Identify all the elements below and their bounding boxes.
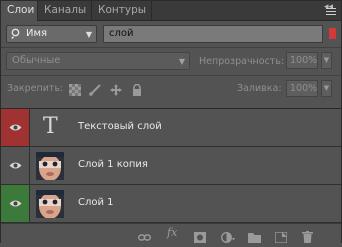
adjustment-layer-icon[interactable] — [221, 228, 235, 243]
layer-name[interactable]: Текстовый слой — [78, 121, 162, 132]
layer-row[interactable]: Слой 1 — [1, 185, 341, 223]
tab-bar: Слои Каналы Контуры ◂◂ — [1, 1, 341, 21]
lock-position-icon[interactable] — [110, 81, 122, 96]
divider — [1, 75, 341, 76]
text-layer-icon: T — [43, 114, 58, 139]
chevron-down-icon: ▼ — [178, 57, 185, 66]
layer-mask-icon[interactable] — [194, 228, 206, 243]
filter-kind-label: Имя — [26, 28, 48, 39]
tab-paths[interactable]: Контуры — [92, 1, 152, 20]
filter-kind-select[interactable]: Имя ▼ — [6, 25, 97, 43]
search-icon — [11, 28, 22, 42]
layer-thumbnail — [36, 152, 64, 181]
opacity-input[interactable]: 100% — [286, 52, 318, 69]
opacity-dropdown-button[interactable]: ▼ — [321, 52, 332, 69]
divider — [1, 47, 341, 48]
visibility-toggle[interactable] — [1, 109, 30, 146]
tab-channels[interactable]: Каналы — [38, 1, 92, 20]
eye-icon — [9, 162, 22, 169]
lock-all-icon[interactable] — [131, 81, 143, 96]
filter-name-input[interactable]: слой — [103, 25, 323, 43]
fill-label: Заливка: — [237, 83, 282, 94]
panel-menu-icon[interactable] — [326, 8, 336, 18]
layers-list: T Текстовый слой Слой 1 копия Слой 1 — [1, 108, 341, 224]
blend-mode-select[interactable]: Обычные ▼ — [6, 52, 190, 70]
lock-transparent-pixels-icon[interactable] — [69, 81, 81, 96]
fill-value: 100% — [290, 83, 318, 94]
filter-name-value: слой — [109, 28, 134, 39]
fx-icon[interactable]: fx — [167, 226, 179, 239]
eye-icon — [9, 124, 22, 131]
layers-panel: Слои Каналы Контуры ◂◂ Имя ▼ слой Обычны… — [0, 0, 342, 244]
fill-dropdown-button[interactable]: ▼ — [321, 80, 332, 97]
layer-name[interactable]: Слой 1 — [78, 197, 114, 208]
visibility-toggle[interactable] — [1, 185, 30, 222]
new-layer-icon[interactable] — [274, 228, 288, 244]
link-layers-icon[interactable] — [137, 228, 152, 241]
filter-toggle-switch[interactable] — [329, 28, 336, 39]
opacity-value: 100% — [290, 55, 318, 66]
new-group-icon[interactable] — [248, 228, 261, 243]
lock-image-pixels-icon[interactable] — [89, 81, 101, 96]
bottom-toolbar: fx — [1, 223, 341, 244]
layer-name[interactable]: Слой 1 копия — [78, 159, 148, 170]
delete-layer-icon[interactable] — [302, 228, 314, 243]
layer-row[interactable]: Слой 1 копия — [1, 147, 341, 185]
layer-thumbnail — [36, 190, 64, 219]
chevron-down-icon: ▼ — [85, 30, 92, 39]
layer-row[interactable]: T Текстовый слой — [1, 109, 341, 147]
opacity-label: Непрозрачность: — [199, 56, 285, 67]
visibility-toggle[interactable] — [1, 147, 30, 184]
tab-layers[interactable]: Слои — [1, 1, 38, 21]
blend-mode-value: Обычные — [12, 55, 61, 66]
eye-icon — [9, 200, 22, 207]
fill-input[interactable]: 100% — [286, 80, 318, 97]
lock-label: Закрепить: — [7, 83, 64, 94]
